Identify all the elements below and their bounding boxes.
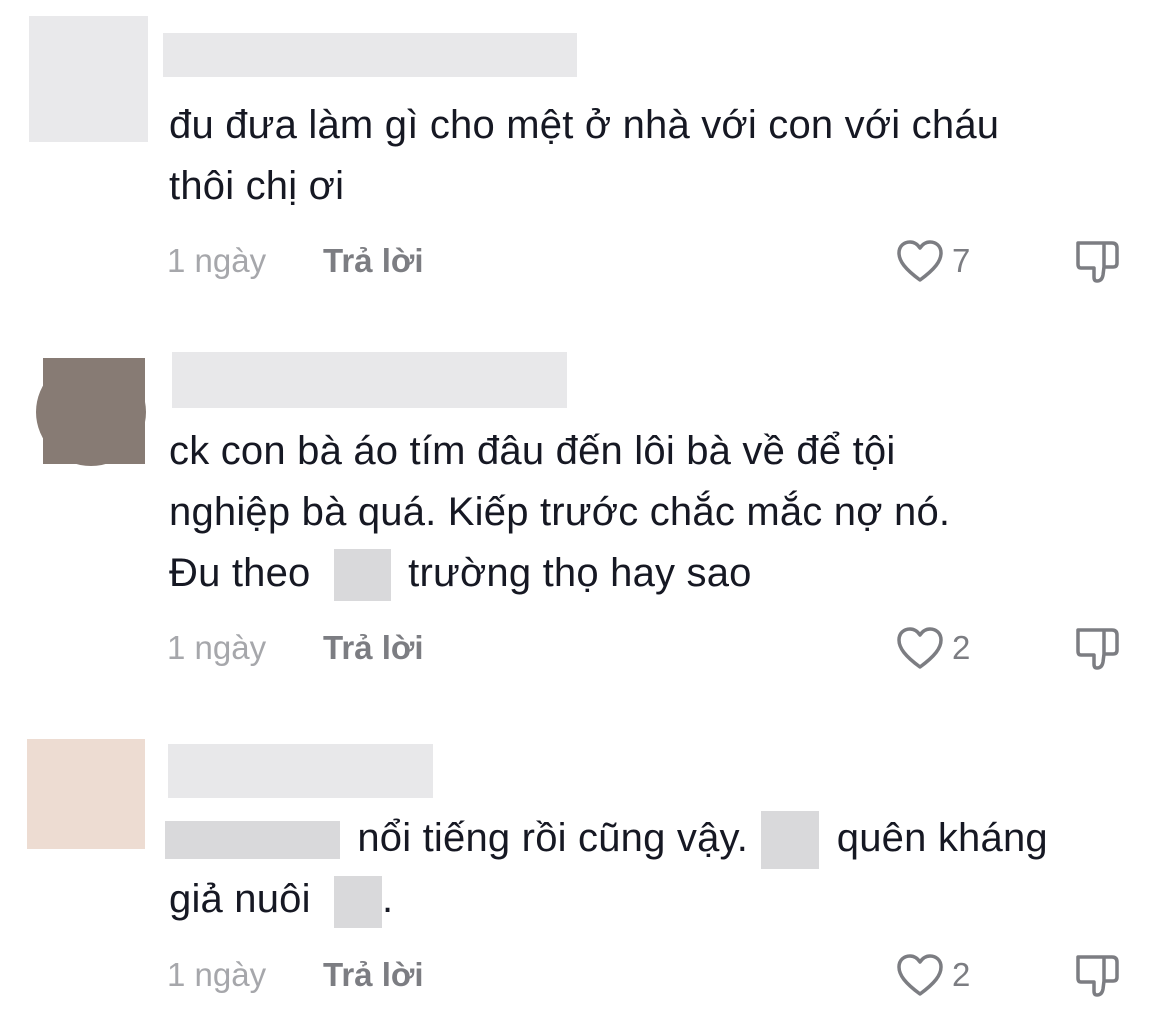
thumbs-down-icon[interactable] <box>1073 236 1123 286</box>
comment-text-fragment: giả nuôi <box>169 877 311 922</box>
reply-button[interactable]: Trả lời <box>323 629 424 667</box>
comment-text-fragment: Đu theo <box>169 551 311 595</box>
heart-outline-icon[interactable] <box>895 625 945 671</box>
text-redaction <box>761 811 820 870</box>
username-redacted[interactable] <box>172 352 567 408</box>
avatar[interactable] <box>29 16 148 142</box>
comment-time: 1 ngày <box>167 956 267 993</box>
comment-text-line: Đu theo trường thọ hay sao <box>169 543 1149 604</box>
comment-text: nổi tiếng rồi cũng vậy. quên kháng giả n… <box>165 808 1149 930</box>
comment-text-line: đu đưa làm gì cho mệt ở nhà với con với … <box>169 103 1000 147</box>
username-redacted[interactable] <box>163 33 577 77</box>
comment-text-fragment: quên kháng <box>836 816 1048 860</box>
comment-text: đu đưa làm gì cho mệt ở nhà với con với … <box>169 95 1149 217</box>
comment-text-fragment: . <box>382 877 394 922</box>
heart-outline-icon[interactable] <box>895 952 945 998</box>
username-redacted[interactable] <box>168 744 433 798</box>
like-count: 7 <box>952 242 971 279</box>
comment-text-line: thôi chị ơi <box>169 164 345 208</box>
text-redaction <box>333 549 391 602</box>
comment-text-fragment: trường thọ hay sao <box>408 551 752 595</box>
comment-text-line: nghiệp bà quá. Kiếp trước chắc mắc nợ nó… <box>169 490 951 534</box>
like-count: 2 <box>952 629 971 666</box>
reply-button[interactable]: Trả lời <box>323 956 424 994</box>
comments-list: đu đưa làm gì cho mệt ở nhà với con với … <box>0 0 1170 1026</box>
avatar-redaction <box>43 358 145 464</box>
thumbs-down-icon[interactable] <box>1073 950 1123 1000</box>
comment-text-line: giả nuôi . <box>169 869 1149 930</box>
text-redaction <box>334 875 383 928</box>
avatar[interactable] <box>27 739 145 849</box>
comment-text-line: ck con bà áo tím đâu đến lôi bà về để tộ… <box>169 429 896 473</box>
comment-time: 1 ngày <box>167 242 267 279</box>
heart-outline-icon[interactable] <box>895 238 945 284</box>
comment-time: 1 ngày <box>167 629 267 666</box>
reply-button[interactable]: Trả lời <box>323 242 424 280</box>
like-count: 2 <box>952 956 971 993</box>
comment-text-line: nổi tiếng rồi cũng vậy. quên kháng <box>165 808 1149 870</box>
text-redaction <box>165 821 340 860</box>
thumbs-down-icon[interactable] <box>1073 623 1123 673</box>
comment-text-fragment: nổi tiếng rồi cũng vậy. <box>357 816 749 860</box>
comment-text: ck con bà áo tím đâu đến lôi bà về để tộ… <box>169 421 1149 604</box>
